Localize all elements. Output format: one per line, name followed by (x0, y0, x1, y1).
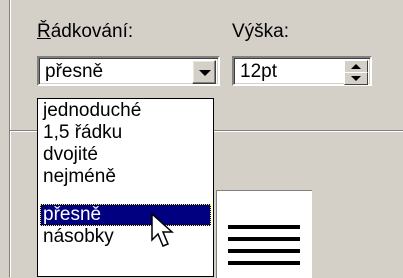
preview-line (228, 249, 300, 253)
line-spacing-label: Řádkování: (37, 21, 133, 43)
line-spacing-select[interactable]: přesně (37, 56, 220, 86)
list-item[interactable]: dvojité (40, 144, 211, 166)
height-label: Výška: (232, 21, 290, 42)
chevron-down-icon (199, 70, 211, 76)
line-spacing-label-text: ádkování: (50, 21, 134, 42)
list-item[interactable]: 1,5 řádku (40, 122, 211, 144)
line-spacing-dropdown-list[interactable]: jednoduché 1,5 řádku dvojité nejméně pře… (37, 98, 214, 277)
line-spacing-label-accelerator: Ř (37, 21, 51, 42)
height-spin-down-button[interactable] (344, 72, 368, 85)
list-item-selected[interactable]: přesně (40, 204, 211, 226)
list-item[interactable]: násobky (40, 226, 211, 248)
line-spacing-value: přesně (45, 61, 104, 82)
spin-up-icon (351, 64, 361, 69)
preview-line (228, 237, 300, 241)
mouse-pointer-icon (151, 212, 174, 247)
list-item[interactable]: nejméně (40, 166, 211, 188)
list-item[interactable]: jednoduché (40, 100, 211, 122)
height-spinbox[interactable]: 12pt (232, 56, 372, 86)
paragraph-preview (216, 190, 312, 278)
spin-down-icon (351, 76, 361, 81)
line-spacing-dropdown-button[interactable] (192, 60, 216, 84)
preview-line (228, 261, 300, 265)
height-value[interactable]: 12pt (240, 61, 277, 83)
preview-line (228, 225, 300, 229)
